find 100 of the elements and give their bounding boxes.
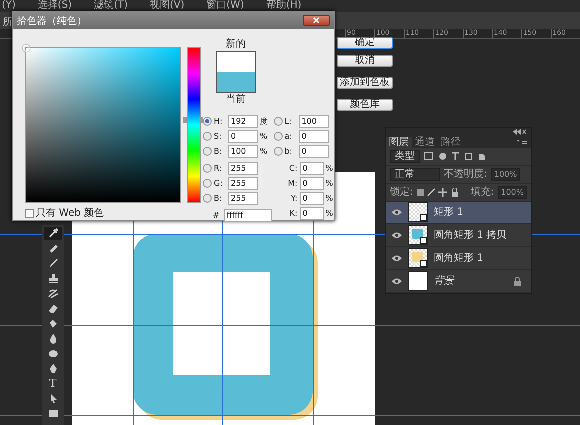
menu-item[interactable]: 选择(S) [38, 0, 72, 12]
unit-label: % [326, 179, 334, 188]
unit-label: % [326, 164, 334, 173]
eraser-icon [48, 303, 58, 314]
opacity-label: 不透明度: [444, 168, 488, 182]
value-field[interactable]: 0 [300, 177, 324, 190]
close-button[interactable] [303, 15, 330, 26]
panel-tab[interactable]: 图层 [386, 136, 412, 148]
radio-button[interactable] [203, 132, 212, 141]
value-field[interactable]: 100 [228, 145, 258, 158]
radio-button[interactable] [274, 117, 283, 126]
eye-icon[interactable] [392, 278, 402, 285]
field-label: C: [288, 164, 298, 173]
radio-button[interactable] [203, 147, 212, 156]
value-field[interactable]: 0 [298, 145, 329, 158]
web-colors-checkbox[interactable] [25, 208, 34, 218]
collapse-icon[interactable] [513, 128, 527, 135]
close-icon [313, 17, 320, 24]
field-label: a: [284, 132, 294, 141]
hex-label: # [213, 211, 220, 220]
layer-name: 背景 [434, 274, 454, 288]
options-label: 所 [3, 16, 13, 29]
panel-menu-icon[interactable] [517, 138, 527, 145]
field-label: B: [214, 194, 224, 203]
eyedropper-icon [48, 228, 58, 239]
field-label: H: [214, 117, 224, 126]
value-field[interactable]: 255 [228, 177, 258, 190]
type-tool[interactable]: T [44, 377, 62, 390]
value-field[interactable]: 255 [228, 192, 258, 205]
brush-icon [48, 258, 58, 269]
radio-button[interactable] [203, 164, 212, 173]
stamp-icon [48, 273, 58, 284]
opacity-field[interactable]: 100% [491, 168, 520, 181]
field-label: G: [214, 179, 224, 188]
new-label: 新的 [226, 39, 246, 50]
layer-name: 圆角矩形 1 [434, 252, 484, 266]
value-field[interactable]: 0 [300, 192, 324, 205]
field-label: R: [214, 164, 224, 173]
radio-button[interactable] [203, 117, 212, 126]
dialog-button[interactable]: 颜色库 [337, 99, 393, 111]
value-field[interactable]: 0 [300, 162, 324, 175]
value-field[interactable]: 192 [228, 115, 258, 128]
layer-name: 圆角矩形 1 拷贝 [434, 229, 507, 242]
shape-layer-icon [420, 260, 427, 268]
dialog-button[interactable]: 确定 [337, 37, 393, 49]
dialog-button[interactable]: 添加到色板 [337, 77, 393, 89]
shape-layer-icon [420, 214, 427, 222]
panel-tab[interactable]: 通道 [412, 136, 438, 148]
eye-icon[interactable] [392, 208, 402, 216]
menu-item[interactable]: 帮助(H) [266, 0, 302, 12]
layer-row[interactable]: 矩形 1 [386, 202, 531, 224]
radio-button[interactable] [203, 194, 212, 203]
unit-label: % [326, 194, 334, 203]
history-icon [48, 288, 58, 299]
dialog-button[interactable]: 取消 [337, 55, 393, 67]
value-field[interactable]: 255 [228, 162, 258, 175]
new-color-swatch [217, 52, 255, 72]
lock-icons[interactable] [417, 188, 460, 197]
bucket-icon [48, 318, 58, 329]
filter-dropdown[interactable]: 类型 [390, 150, 420, 163]
shape-layer-icon [420, 237, 427, 244]
eyedropper-tool[interactable] [44, 227, 62, 240]
fill-field[interactable]: 100% [498, 186, 527, 199]
value-field[interactable]: 0 [300, 207, 324, 220]
hex-field[interactable]: ffffff [224, 209, 272, 222]
dialog-title: 拾色器（纯色） [17, 14, 87, 28]
eye-icon[interactable] [392, 232, 402, 239]
layer-thumbnail [408, 271, 428, 292]
value-field[interactable]: 0 [298, 130, 329, 143]
web-colors-label: 只有 Web 颜色 [36, 206, 104, 220]
layer-row[interactable]: 背景 [386, 270, 531, 293]
field-label: b: [284, 147, 294, 156]
fill-label: 填充: [470, 186, 494, 200]
value-field[interactable]: 100 [298, 115, 329, 128]
unit-label: % [326, 209, 334, 218]
color-field[interactable] [25, 47, 181, 203]
menu-item[interactable]: (Y) [2, 0, 16, 12]
field-label: S: [214, 132, 223, 141]
value-field[interactable]: 0 [228, 130, 258, 143]
current-label: 当前 [226, 94, 246, 105]
radio-button[interactable] [203, 179, 212, 188]
eye-icon[interactable] [392, 254, 402, 262]
layer-row[interactable]: 圆角矩形 1 [386, 247, 531, 270]
field-label: L: [284, 117, 293, 126]
field-label: K: [288, 209, 298, 218]
lock-label: 锁定: [390, 186, 414, 200]
panel-tab[interactable]: 路径 [438, 136, 464, 148]
menu-item[interactable]: 视图(V) [150, 0, 185, 12]
drop-icon [48, 333, 58, 344]
field-label: B: [214, 147, 224, 156]
field-label: Y: [290, 194, 298, 203]
unit-label: % [260, 132, 268, 141]
radio-button[interactable] [274, 132, 283, 141]
blend-mode-dropdown[interactable]: 正常 [390, 168, 440, 181]
menu-item[interactable]: 滤镜(T) [94, 0, 128, 12]
layer-row[interactable]: 圆角矩形 1 拷贝 [386, 224, 531, 248]
rect-icon [48, 408, 58, 419]
field-label: M: [287, 179, 298, 188]
radio-button[interactable] [274, 147, 283, 156]
layer-name: 矩形 1 [434, 206, 464, 220]
